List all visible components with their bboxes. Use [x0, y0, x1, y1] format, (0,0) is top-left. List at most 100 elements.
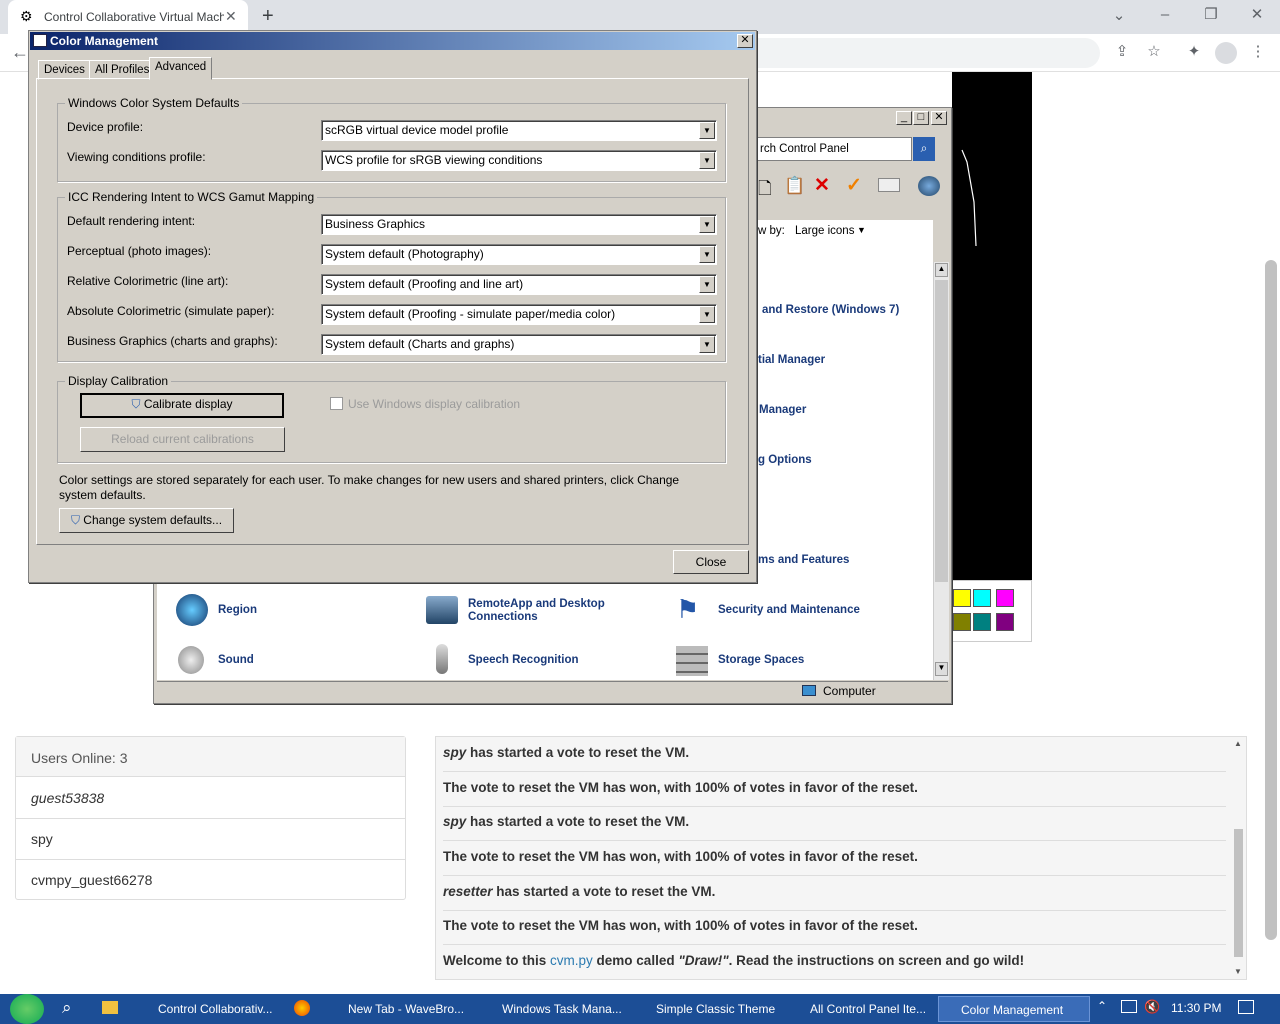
copy-icon[interactable]: 🗋: [758, 176, 772, 205]
cp-item-device-manager[interactable]: Manager: [759, 404, 806, 416]
cp-item-speech-recognition[interactable]: Speech Recognition: [468, 654, 579, 666]
default-intent-select[interactable]: Business Graphics ▼: [321, 214, 717, 235]
palette-swatch-olive[interactable]: [953, 613, 971, 631]
cvmpy-link[interactable]: cvm.py: [550, 953, 593, 968]
scroll-down-icon[interactable]: ▼: [935, 662, 948, 676]
properties-icon[interactable]: [878, 178, 900, 192]
volume-muted-icon[interactable]: 🔇: [1144, 999, 1160, 1015]
dropdown-arrow-icon[interactable]: ▼: [699, 306, 715, 323]
business-graphics-select[interactable]: System default (Charts and graphs) ▼: [321, 334, 717, 355]
dropdown-arrow-icon[interactable]: ▼: [699, 152, 715, 169]
tab-advanced[interactable]: Advanced: [149, 57, 213, 80]
cp-item-credential-manager[interactable]: tial Manager: [758, 354, 825, 366]
cp-item-region[interactable]: Region: [218, 604, 257, 616]
cp-item-indexing-options[interactable]: g Options: [758, 454, 812, 466]
cp-search-input[interactable]: rch Control Panel: [757, 137, 912, 161]
file-explorer-icon[interactable]: [102, 1001, 118, 1014]
reload-calibrations-button[interactable]: Reload current calibrations: [80, 427, 285, 452]
draw-canvas[interactable]: [952, 72, 1032, 580]
perceptual-select[interactable]: System default (Photography) ▼: [321, 244, 717, 265]
dropdown-arrow-icon[interactable]: ▼: [699, 246, 715, 263]
taskbar-item-browser[interactable]: Control Collaborativ...: [136, 996, 280, 1022]
dropdown-arrow-icon[interactable]: ▼: [699, 216, 715, 233]
extensions-icon[interactable]: ✦: [1182, 40, 1206, 64]
cp-item-storage-spaces[interactable]: Storage Spaces: [718, 654, 804, 666]
taskbar-item-newtab[interactable]: New Tab - WaveBro...: [326, 996, 472, 1022]
new-tab-button[interactable]: +: [262, 5, 274, 28]
search-icon[interactable]: ⌕: [62, 998, 72, 1018]
page-scrollbar[interactable]: [1265, 260, 1277, 940]
tab-all-profiles[interactable]: All Profiles: [89, 60, 156, 80]
taskbar-item-task-manager[interactable]: Windows Task Mana...: [480, 996, 626, 1022]
viewing-conditions-select[interactable]: WCS profile for sRGB viewing conditions ▼: [321, 150, 717, 171]
chat-message: The vote to reset the VM has won, with 1…: [443, 841, 1226, 876]
delete-icon[interactable]: ✕: [814, 174, 830, 197]
change-system-defaults-button[interactable]: ⛉ Change system defaults...: [59, 508, 234, 533]
tab-devices[interactable]: Devices: [38, 60, 91, 80]
color-settings-note: Color settings are stored separately for…: [59, 473, 680, 502]
window-close-icon[interactable]: ✕: [1245, 3, 1269, 27]
palette-swatch-teal[interactable]: [973, 613, 991, 631]
cp-scrollbar[interactable]: ▲ ▼: [933, 262, 949, 680]
cp-search-icon[interactable]: ⌕: [913, 137, 935, 161]
view-by-chevron-icon[interactable]: ▼: [857, 225, 866, 235]
absolute-colorimetric-select[interactable]: System default (Proofing - simulate pape…: [321, 304, 717, 325]
palette-swatch-magenta[interactable]: [996, 589, 1014, 607]
device-profile-select[interactable]: scRGB virtual device model profile ▼: [321, 120, 717, 141]
profile-avatar-icon[interactable]: [1215, 42, 1237, 64]
palette-swatch-purple[interactable]: [996, 613, 1014, 631]
address-bar[interactable]: [740, 38, 1100, 68]
checkmark-icon[interactable]: ✓: [846, 174, 862, 197]
taskbar-clock[interactable]: 11:30 PM: [1171, 1001, 1221, 1015]
tab-search-chevron-icon[interactable]: ⌄: [1107, 4, 1131, 28]
chat-scroll-down-icon[interactable]: ▼: [1234, 967, 1242, 976]
cp-item-backup-restore[interactable]: and Restore (Windows 7): [762, 304, 899, 316]
view-by-dropdown[interactable]: Large icons: [795, 225, 854, 237]
cp-scroll-thumb[interactable]: [935, 280, 948, 582]
scroll-up-icon[interactable]: ▲: [935, 263, 948, 277]
chat-message: spy has started a vote to reset the VM.: [443, 737, 1226, 772]
palette-swatch-yellow[interactable]: [953, 589, 971, 607]
use-calibration-checkbox[interactable]: [330, 397, 343, 410]
tray-chevron-icon[interactable]: ⌃: [1097, 999, 1107, 1013]
user-list-item[interactable]: spy: [16, 819, 405, 860]
user-list-item[interactable]: cvmpy_guest66278: [16, 860, 405, 901]
browser-menu-icon[interactable]: ⋮: [1246, 40, 1270, 64]
cp-minimize-icon[interactable]: _: [896, 111, 912, 125]
paste-icon[interactable]: 📋: [784, 176, 805, 196]
bookmark-star-icon[interactable]: ☆: [1142, 40, 1166, 64]
palette-swatch-cyan[interactable]: [973, 589, 991, 607]
cp-maximize-icon[interactable]: □: [913, 111, 929, 125]
dialog-close-icon[interactable]: ✕: [737, 34, 753, 48]
chat-message: spy has started a vote to reset the VM.: [443, 806, 1226, 841]
user-list-item[interactable]: guest53838: [16, 778, 405, 819]
taskbar-item-control-panel[interactable]: All Control Panel Ite...: [788, 996, 934, 1022]
chat-welcome-message: Welcome to this cvm.py demo called "Draw…: [443, 945, 1226, 980]
network-icon[interactable]: [1121, 1000, 1137, 1013]
close-button[interactable]: Close: [673, 550, 749, 574]
relative-colorimetric-select[interactable]: System default (Proofing and line art) ▼: [321, 274, 717, 295]
restore-icon[interactable]: ❐: [1199, 3, 1223, 27]
close-tab-icon[interactable]: ✕: [225, 8, 237, 25]
cp-item-sound[interactable]: Sound: [218, 654, 254, 666]
dropdown-arrow-icon[interactable]: ▼: [699, 336, 715, 353]
dropdown-arrow-icon[interactable]: ▼: [699, 122, 715, 139]
start-button-icon[interactable]: [10, 994, 44, 1024]
cp-item-security-maintenance[interactable]: Security and Maintenance: [718, 604, 860, 616]
cp-item-remoteapp[interactable]: RemoteApp and Desktop Connections: [468, 598, 638, 624]
taskbar-item-color-management[interactable]: Color Management: [938, 996, 1090, 1022]
dropdown-arrow-icon[interactable]: ▼: [699, 276, 715, 293]
globe-icon[interactable]: [918, 176, 940, 196]
chat-message: The vote to reset the VM has won, with 1…: [443, 910, 1226, 945]
share-icon[interactable]: ⇪: [1110, 40, 1134, 64]
calibrate-display-button[interactable]: ⛉ Calibrate display: [80, 393, 284, 418]
chat-scroll-up-icon[interactable]: ▲: [1234, 739, 1242, 748]
chat-scrollbar-thumb[interactable]: [1234, 829, 1243, 957]
minimize-icon[interactable]: –: [1153, 3, 1177, 27]
cp-close-icon[interactable]: ✕: [931, 111, 947, 125]
taskbar-item-simple-classic[interactable]: Simple Classic Theme: [634, 996, 780, 1022]
cp-item-programs-features[interactable]: ms and Features: [758, 554, 849, 566]
firefox-icon[interactable]: [294, 1000, 310, 1016]
notifications-icon[interactable]: [1238, 1000, 1254, 1014]
browser-tab[interactable]: ⚙ Control Collaborative Virtual Machi ✕: [8, 0, 248, 34]
